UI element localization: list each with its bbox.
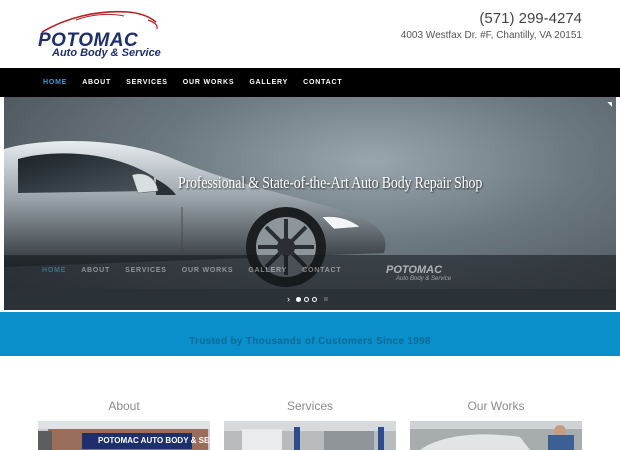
main-nav: HOME ABOUT SERVICES OUR WORKS GALLERY CO…	[0, 68, 620, 97]
overlay-nav-about: ABOUT	[81, 267, 111, 274]
slide-dot-3[interactable]	[312, 297, 317, 302]
hero-caption: Professional & State-of-the-Art Auto Bod…	[178, 173, 483, 192]
services-heading[interactable]: Services	[224, 399, 396, 413]
page: POTOMAC Auto Body & Service (571) 299-42…	[0, 0, 620, 450]
building-sign-text: POTOMAC AUTO BODY & SERVICE	[98, 436, 210, 445]
address: 4003 Westfax Dr. #F, Chantilly, VA 20151	[400, 30, 582, 41]
nav-item-contact[interactable]: CONTACT	[303, 79, 342, 86]
our-works-thumbnail[interactable]	[410, 421, 582, 450]
shop-building-image: POTOMAC AUTO BODY & SERVICE	[38, 421, 210, 450]
site-logo[interactable]: POTOMAC Auto Body & Service	[36, 8, 166, 62]
about-thumbnail[interactable]: POTOMAC AUTO BODY & SERVICE	[38, 421, 210, 450]
slide-dot-2[interactable]	[304, 297, 309, 302]
nav-item-services[interactable]: SERVICES	[126, 79, 168, 86]
nav-item-about[interactable]: ABOUT	[82, 79, 111, 86]
overlay-nav-home: HOME	[42, 267, 67, 274]
overlay-logo-sub: Auto Body & Service	[396, 276, 452, 282]
nav-item-our-works[interactable]: OUR WORKS	[183, 79, 235, 86]
our-works-heading[interactable]: Our Works	[410, 399, 582, 413]
hero-corner-mark: ◥	[607, 102, 612, 108]
phone-number[interactable]: (571) 299-4274	[479, 10, 582, 27]
nav-item-gallery[interactable]: GALLERY	[249, 79, 288, 86]
nav-item-home[interactable]: HOME	[43, 79, 67, 86]
about-heading[interactable]: About	[38, 399, 210, 413]
trust-band: Trusted by Thousands of Customers Since …	[0, 312, 620, 356]
logo-sub-text: Auto Body & Service	[52, 47, 161, 59]
overlay-logo-main: POTOMAC	[386, 264, 443, 276]
overlay-nav-contact: CONTACT	[302, 267, 342, 274]
overlay-nav-our-works: OUR WORKS	[181, 267, 234, 274]
next-arrow-icon[interactable]: ›	[287, 295, 290, 304]
mechanic-working-image	[410, 421, 582, 450]
slider-controls: › ıı	[287, 295, 328, 304]
garage-interior-image	[224, 421, 396, 450]
trust-text: Trusted by Thousands of Customers Since …	[189, 336, 431, 347]
hero-overlay-nav-bar: HOME ABOUT SERVICES OUR WORKS GALLERY CO…	[4, 255, 616, 289]
overlay-nav-services: SERVICES	[125, 267, 167, 274]
hero-slider[interactable]: ◥ Professional & State-of-the-Art Auto B…	[4, 97, 616, 310]
slide-dot-1[interactable]	[296, 297, 301, 302]
services-thumbnail[interactable]	[224, 421, 396, 450]
overlay-nav-gallery: GALLERY	[248, 267, 288, 274]
site-header: POTOMAC Auto Body & Service (571) 299-42…	[0, 0, 620, 68]
pause-icon[interactable]: ıı	[324, 296, 328, 303]
